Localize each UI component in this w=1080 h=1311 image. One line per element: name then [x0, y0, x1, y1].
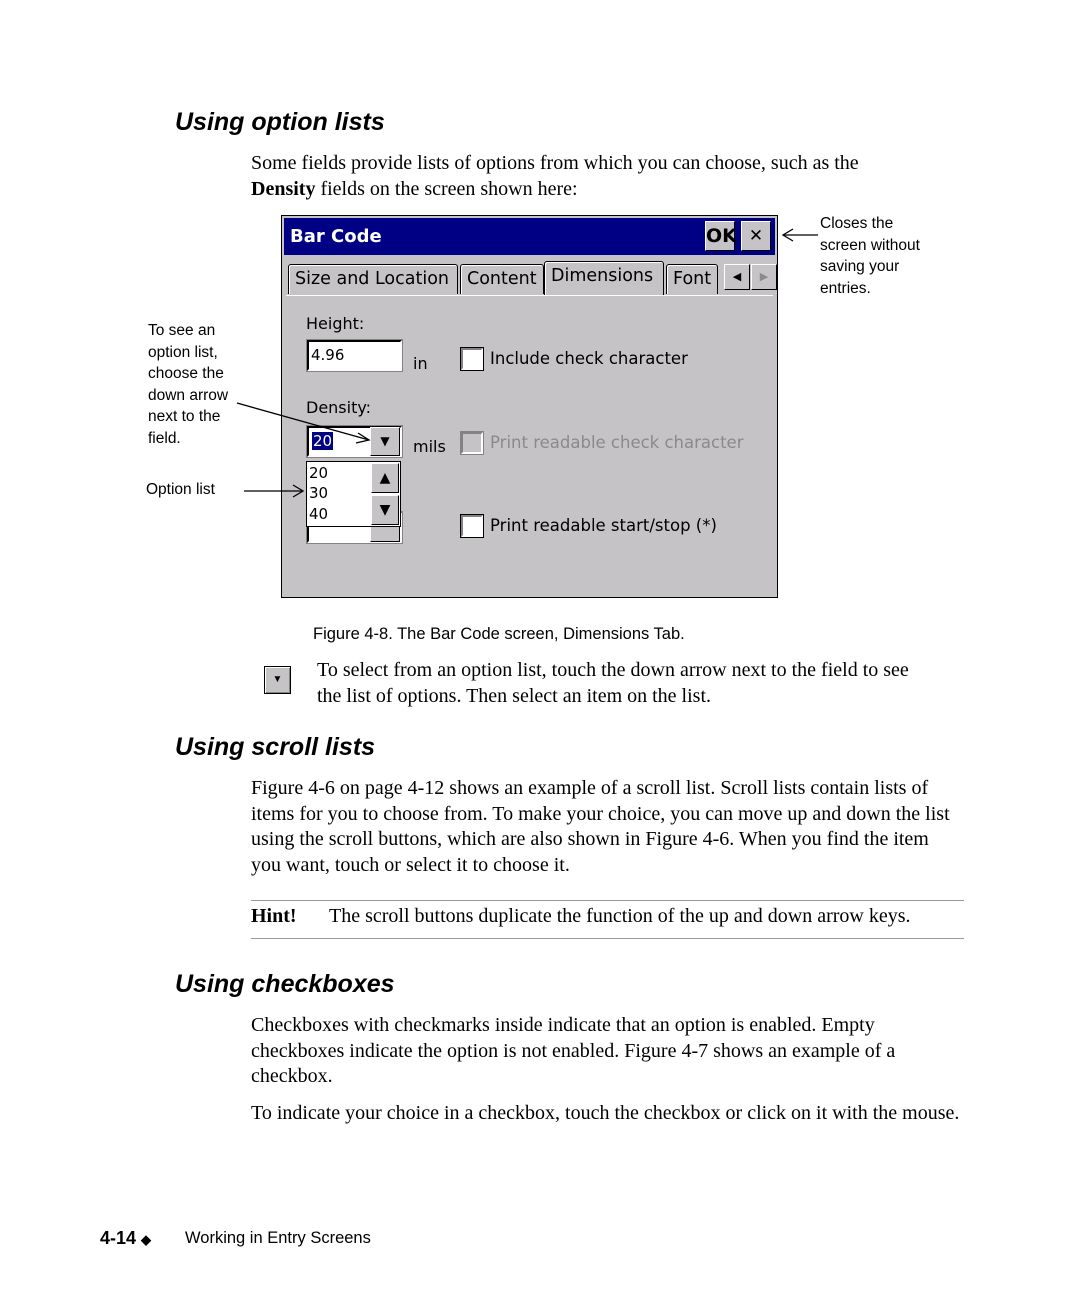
scroll-up-button[interactable]: ▲ [371, 463, 399, 493]
density-selected-value: 20 [312, 432, 334, 450]
option-list-item[interactable]: 20 [309, 464, 328, 482]
diamond-bullet-icon: ◆ [141, 1232, 152, 1247]
checkboxes-paragraph-2: To indicate your choice in a checkbox, t… [251, 1102, 960, 1124]
callout-down-arrow-line: To see an [148, 322, 216, 339]
density-dropdown-button[interactable]: ▼ [370, 427, 400, 456]
dialog-title: Bar Code [290, 226, 382, 247]
callout-close-line: Closes the [820, 215, 894, 232]
hint-label: Hint! [251, 905, 297, 927]
height-label: Height: [306, 314, 365, 333]
left-arrow-icon: ◀ [732, 270, 742, 283]
callout-down-arrow-line: choose the [148, 365, 224, 382]
close-callout-arrowhead [781, 228, 794, 242]
right-arrow-icon: ▶ [759, 270, 769, 283]
option-list-item[interactable]: 40 [309, 505, 328, 523]
tab-divider [286, 295, 773, 296]
dialog-titlebar: Bar Code OK ✕ [284, 218, 775, 255]
tip-line-1: To select from an option list, touch the… [317, 659, 909, 681]
callout-down-arrow-line: down arrow [148, 386, 229, 404]
callout-down-arrow: To see an option list, choose the down a… [148, 320, 228, 449]
tab-font[interactable]: Font [666, 264, 718, 294]
callout-close: Closes the screen without saving your en… [820, 213, 920, 299]
page-number-text: 4-14 [100, 1228, 137, 1248]
include-check-character-label: Include check character [490, 349, 688, 368]
tab-dimensions[interactable]: Dimensions [544, 261, 664, 295]
callout-down-arrow-line: option list, [148, 343, 218, 361]
page-number: 4-14 ◆ [100, 1228, 151, 1249]
intro-rest: fields on the screen shown here: [315, 177, 578, 200]
print-readable-start-stop-checkbox[interactable] [460, 514, 484, 538]
down-arrow-button-icon: ▼ [264, 666, 291, 694]
tab-content[interactable]: Content [460, 264, 544, 294]
print-readable-check-character-checkbox[interactable] [460, 431, 484, 455]
tab-scroll-left-button[interactable]: ◀ [724, 264, 750, 290]
hint: Hint! [251, 905, 297, 928]
tab-strip: Size and Location Content Dimensions Fon… [286, 260, 777, 296]
print-readable-start-stop-label: Print readable start/stop (*) [490, 516, 717, 535]
section-heading-option-lists: Using option lists [175, 108, 385, 136]
height-input[interactable]: 4.96 [306, 339, 403, 372]
bar-code-dialog: Bar Code OK ✕ Size and Location Content … [281, 215, 778, 598]
callout-close-line: screen without [820, 236, 920, 254]
close-icon: ✕ [748, 226, 764, 246]
scroll-lists-paragraph: Figure 4-6 on page 4-12 shows an example… [251, 777, 950, 876]
include-check-character-checkbox[interactable] [460, 347, 484, 371]
figure-caption: Figure 4-8. The Bar Code screen, Dimensi… [313, 625, 685, 643]
tip-text: To select from an option list, touch the… [317, 658, 977, 709]
intro-bold-density: Density [251, 177, 316, 200]
tab-size-and-location[interactable]: Size and Location [288, 264, 458, 294]
callout-close-line: entries. [820, 279, 871, 297]
option-list[interactable]: 20 30 40 ▲ ▼ [306, 461, 401, 527]
option-list-item[interactable]: 30 [309, 484, 328, 502]
down-arrow-icon: ▼ [380, 434, 390, 448]
ok-button[interactable]: OK [705, 221, 737, 251]
callout-close-line: saving your [820, 258, 900, 275]
density-label: Density: [306, 398, 372, 417]
hint-top-rule [251, 900, 964, 901]
down-arrow-icon: ▼ [379, 502, 391, 518]
height-unit: in [413, 354, 428, 373]
scroll-down-button[interactable]: ▼ [371, 495, 399, 525]
close-button[interactable]: ✕ [741, 221, 771, 251]
intro-text: Some fields provide lists of options fro… [251, 152, 859, 174]
callout-down-arrow-line: field. [148, 429, 181, 447]
chapter-title: Working in Entry Screens [185, 1229, 371, 1247]
tab-scroll-right-button[interactable]: ▶ [751, 264, 777, 290]
callout-down-arrow-line: next to the [148, 408, 221, 425]
up-arrow-icon: ▲ [379, 470, 391, 486]
section-heading-checkboxes: Using checkboxes [175, 970, 395, 998]
hint-text: The scroll buttons duplicate the functio… [329, 905, 911, 927]
hint-bottom-rule [251, 938, 964, 939]
density-unit: mils [413, 437, 446, 456]
tip-line-2: the list of options. Then select an item… [317, 684, 712, 707]
section-heading-scroll-lists: Using scroll lists [175, 733, 376, 761]
print-readable-check-character-label: Print readable check character [490, 433, 744, 452]
option-lists-intro: Some fields provide lists of options fro… [251, 151, 966, 202]
callout-option-list: Option list [146, 481, 215, 498]
checkboxes-paragraph-1: Checkboxes with checkmarks inside indica… [251, 1014, 896, 1087]
